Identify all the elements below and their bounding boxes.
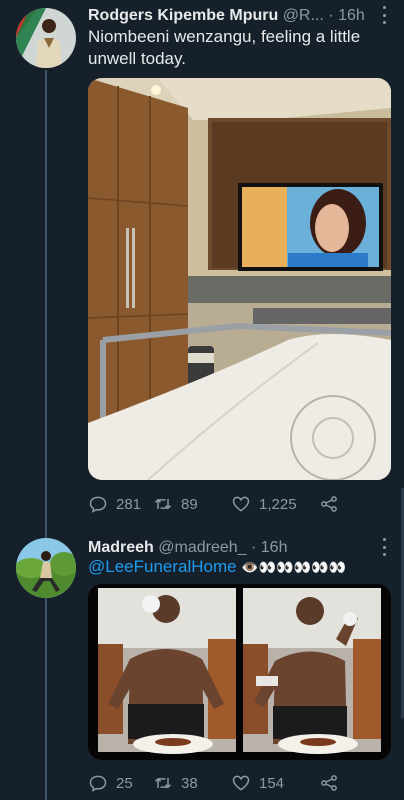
tweet-text: @LeeFuneralHome 👁️👀👀👀👀👀	[88, 556, 390, 578]
author-handle[interactable]: @madreeh_	[158, 539, 246, 556]
retweet-icon	[154, 499, 172, 509]
reply-count: 25	[116, 774, 133, 792]
share-icon	[321, 496, 337, 512]
like-button[interactable]: 1,225	[231, 494, 319, 514]
retweet-icon	[154, 778, 172, 788]
author-handle[interactable]: @R...	[283, 7, 324, 24]
like-icon	[232, 775, 250, 791]
share-button[interactable]	[319, 773, 339, 793]
retweet-count: 89	[181, 495, 198, 513]
share-button[interactable]	[319, 494, 339, 514]
tweet[interactable]: Madreeh @madreeh_ · 16h @LeeFuneralHome …	[0, 532, 404, 800]
more-icon[interactable]	[378, 6, 390, 24]
share-icon	[321, 775, 337, 791]
timestamp[interactable]: 16h	[338, 7, 365, 24]
like-count: 1,225	[259, 495, 297, 513]
tweet-actions: 281 89 1,225	[88, 492, 384, 516]
separator: ·	[251, 539, 257, 556]
tweet-text: Niombeeni wenzangu, feeling a little unw…	[88, 27, 361, 68]
tweet-header: Rodgers Kipembe Mpuru @R... · 16h	[88, 4, 376, 28]
like-count: 154	[259, 774, 285, 792]
avatar[interactable]	[16, 538, 76, 598]
tweet-actions: 25 38 154	[88, 771, 384, 795]
separator: ·	[328, 7, 334, 24]
mention-link[interactable]: @LeeFuneralHome	[88, 557, 237, 576]
reply-count: 281	[116, 495, 142, 513]
reply-button[interactable]: 25	[88, 773, 153, 793]
author-name[interactable]: Rodgers Kipembe Mpuru	[88, 7, 278, 24]
retweet-button[interactable]: 89	[153, 494, 231, 514]
tweet-image[interactable]	[88, 78, 391, 480]
like-button[interactable]: 154	[231, 773, 319, 793]
author-name[interactable]: Madreeh	[88, 539, 154, 556]
retweet-count: 38	[181, 774, 198, 792]
avatar[interactable]	[16, 8, 76, 68]
tweet-image[interactable]	[88, 584, 391, 760]
retweet-button[interactable]: 38	[153, 773, 231, 793]
timestamp[interactable]: 16h	[261, 539, 288, 556]
reply-icon	[89, 775, 107, 792]
tweet[interactable]: Rodgers Kipembe Mpuru @R... · 16h Niombe…	[0, 0, 404, 530]
more-icon[interactable]	[378, 538, 390, 556]
like-icon	[232, 496, 250, 512]
emoji-text: 👁️👀👀👀👀👀	[241, 559, 346, 575]
reply-icon	[89, 496, 107, 513]
reply-button[interactable]: 281	[88, 494, 153, 514]
